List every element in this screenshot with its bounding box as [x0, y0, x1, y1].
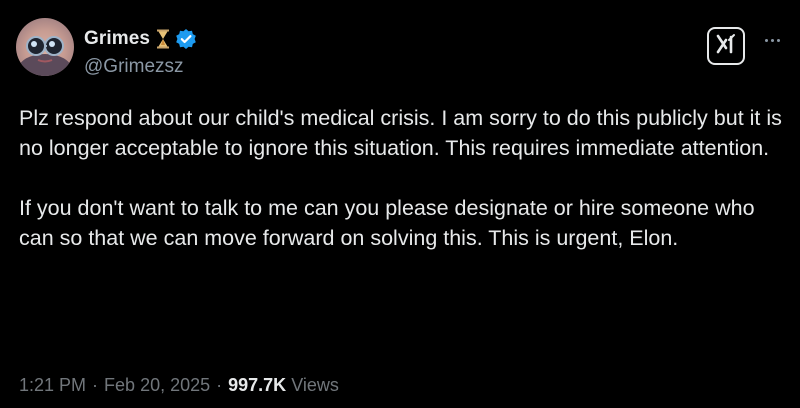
- more-options-dot: [776, 38, 780, 42]
- author-handle[interactable]: @Grimezsz: [84, 56, 184, 78]
- grok-button[interactable]: [707, 27, 745, 65]
- verified-badge-icon: [175, 28, 197, 50]
- post-paragraph: If you don't want to talk to me can you …: [19, 196, 755, 250]
- post-time[interactable]: 1:21 PM: [19, 375, 86, 395]
- post-text: Plz respond about our child's medical cr…: [19, 103, 789, 253]
- post-date[interactable]: Feb 20, 2025: [104, 375, 210, 395]
- avatar[interactable]: [16, 18, 74, 76]
- more-options-button[interactable]: [757, 30, 787, 50]
- more-options-icon: [764, 38, 768, 42]
- author-display-name[interactable]: Grimes: [84, 28, 150, 50]
- views-label: Views: [291, 375, 339, 395]
- grok-icon: [714, 32, 738, 61]
- post-paragraph: Plz respond about our child's medical cr…: [19, 106, 782, 160]
- author-name-row: Grimes: [84, 26, 197, 52]
- meta-separator: ·: [92, 375, 99, 395]
- post-card: Grimes @Grimezsz Plz respond about our c…: [0, 0, 800, 408]
- meta-separator: ·: [216, 375, 223, 395]
- hourglass-icon: [156, 29, 170, 49]
- post-meta: 1:21 PM · Feb 20, 2025 · 997.7K Views: [19, 375, 339, 396]
- views-count[interactable]: 997.7K: [228, 375, 286, 395]
- more-options-dot: [770, 38, 774, 42]
